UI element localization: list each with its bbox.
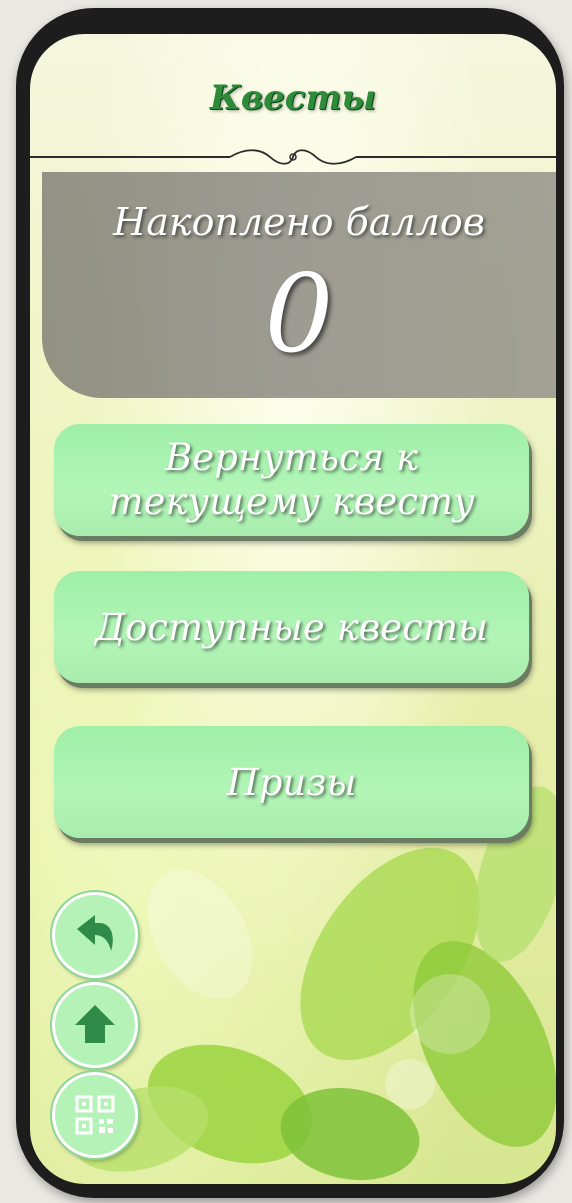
available-quests-button[interactable]: Доступные квесты <box>54 571 529 683</box>
qr-button[interactable] <box>52 1072 138 1158</box>
title-divider <box>30 149 556 165</box>
back-button[interactable] <box>52 892 138 978</box>
continue-quest-button[interactable]: Вернуться к текущему квесту <box>54 424 529 536</box>
score-panel: Накоплено баллов 0 <box>42 172 556 398</box>
page-title: Квесты <box>209 78 377 118</box>
continue-quest-line1: Вернуться к <box>165 436 418 479</box>
score-label: Накоплено баллов <box>113 200 485 244</box>
qr-code-icon <box>75 1095 115 1135</box>
app-screen: Квесты Накоплено баллов 0 Вернуться к те… <box>30 34 556 1184</box>
home-arrow-icon <box>75 1005 115 1043</box>
home-button[interactable] <box>52 982 138 1068</box>
prizes-button[interactable]: Призы <box>54 726 529 838</box>
back-arrow-icon <box>77 915 113 951</box>
continue-quest-line2: текущему квесту <box>108 480 475 523</box>
score-value: 0 <box>264 252 334 377</box>
